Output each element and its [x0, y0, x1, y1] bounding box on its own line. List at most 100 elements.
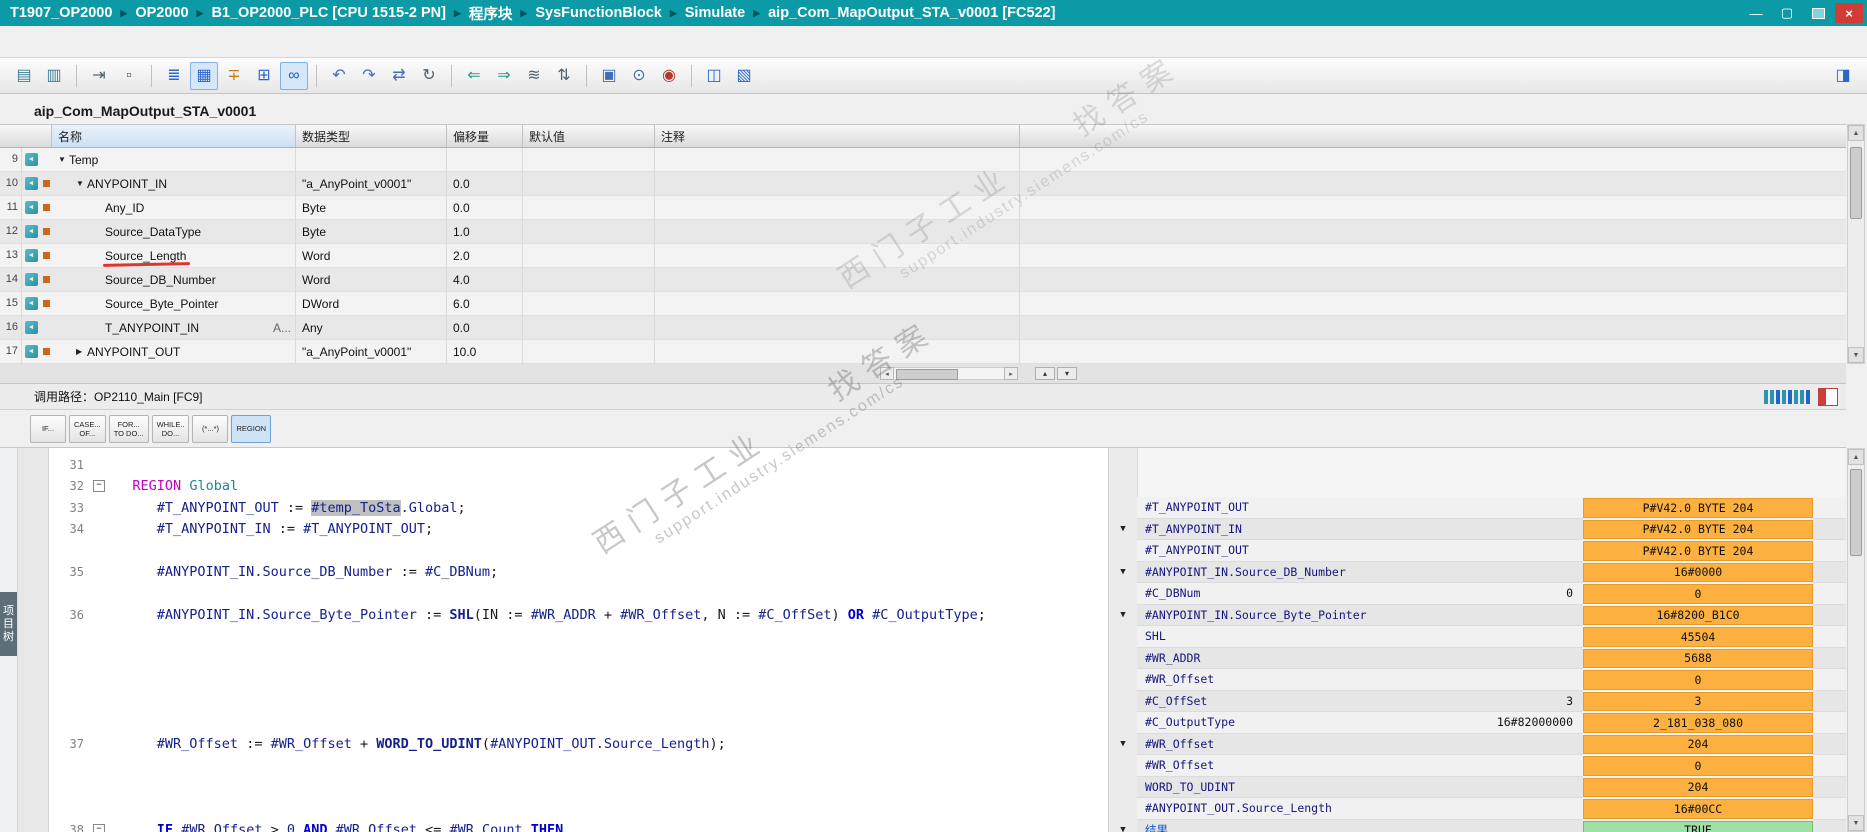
header-comment[interactable]: 注释	[655, 125, 1020, 147]
goto-definition-icon[interactable]: ⇄	[385, 62, 413, 90]
snippet-if[interactable]: IF...	[30, 414, 66, 443]
interface-row[interactable]: 13 Source_Length Word2.0	[0, 244, 1846, 268]
interface-scroll-thumb[interactable]	[1850, 147, 1862, 219]
watch-row[interactable]: #T_ANYPOINT_OUT P#V42.0 BYTE 204	[1109, 497, 1846, 519]
interface-row[interactable]: 9 ▼Temp	[0, 148, 1846, 172]
expander-icon[interactable]: ▼	[76, 179, 87, 188]
next-bookmark-icon[interactable]: ⊙	[625, 62, 653, 90]
header-datatype[interactable]: 数据类型	[296, 125, 447, 147]
split-editor-icon[interactable]: ◨	[1829, 62, 1857, 90]
interface-row[interactable]: 10▼ANYPOINT_IN"a_AnyPoint_v0001"0.0	[0, 172, 1846, 196]
watch-row[interactable]: ▼ 结果 TRUE	[1109, 819, 1846, 832]
name-cell[interactable]: Source_Byte_Pointer	[52, 292, 296, 316]
interface-row[interactable]: 12 Source_DataType Byte1.0	[0, 220, 1846, 244]
watch-row[interactable]: #C_OutputType 16#82000000 2_181_038_080	[1109, 712, 1846, 734]
watch-expander-icon[interactable]: ▼	[1109, 605, 1137, 627]
default-value-cell[interactable]	[523, 148, 655, 172]
breadcrumb-item[interactable]: 程序块	[469, 3, 513, 24]
datatype-cell[interactable]	[296, 148, 447, 172]
call-environment-icon[interactable]: ◫	[700, 62, 728, 90]
scroll-down-icon[interactable]: ▼	[1848, 347, 1864, 363]
absolute-operands-icon[interactable]: ≣	[160, 62, 188, 90]
swap-operands-icon[interactable]: ⇅	[550, 62, 578, 90]
default-value-cell[interactable]	[523, 196, 655, 220]
header-offset[interactable]: 偏移量	[447, 125, 523, 147]
breadcrumb-item[interactable]: Simulate	[685, 5, 745, 21]
comment-cell[interactable]	[655, 220, 1020, 244]
scroll-right-icon[interactable]: ▸	[1004, 367, 1018, 380]
comment-cell[interactable]	[655, 316, 1020, 340]
datatype-cell[interactable]: "a_AnyPoint_v0001"	[296, 172, 447, 196]
open-data-view-icon[interactable]: ⇥	[85, 62, 113, 90]
watch-row[interactable]: #T_ANYPOINT_OUT P#V42.0 BYTE 204	[1109, 540, 1846, 562]
goto-previous-error-icon[interactable]: ↶	[325, 62, 353, 90]
watch-row[interactable]: #WR_Offset 0	[1109, 669, 1846, 691]
scroll-left-icon[interactable]: ◂	[880, 367, 894, 380]
default-value-cell[interactable]	[523, 268, 655, 292]
datatype-cell[interactable]: Byte	[296, 196, 447, 220]
watch-expander-icon[interactable]: ▼	[1109, 519, 1137, 541]
interface-row[interactable]: 15 Source_Byte_Pointer DWord6.0	[0, 292, 1846, 316]
datatype-cell[interactable]: "a_AnyPoint_v0001"	[296, 340, 447, 364]
goto-next-error-icon[interactable]: ↷	[355, 62, 383, 90]
add-row-icon[interactable]: ▥	[40, 62, 68, 90]
watch-expander-icon[interactable]: ▼	[1109, 820, 1137, 832]
datatype-cell[interactable]: Word	[296, 268, 447, 292]
comment-cell[interactable]	[655, 292, 1020, 316]
interface-row[interactable]: 14 Source_DB_Number Word4.0	[0, 268, 1846, 292]
default-value-cell[interactable]	[523, 244, 655, 268]
name-cell[interactable]: Source_DataType	[52, 220, 296, 244]
watch-row[interactable]: #WR_Offset 0	[1109, 755, 1846, 777]
align-parameters-icon[interactable]: ≋	[520, 62, 548, 90]
interface-row[interactable]: 11 Any_ID Byte0.0	[0, 196, 1846, 220]
fold-collapse-icon[interactable]: −	[93, 480, 105, 493]
project-tree-tab[interactable]: 项目树	[0, 592, 17, 656]
watch-row[interactable]: ▼ #T_ANYPOINT_IN P#V42.0 BYTE 204	[1109, 518, 1846, 541]
update-block-call-icon[interactable]: ↻	[415, 62, 443, 90]
name-cell[interactable]: Source_Length	[52, 244, 296, 268]
breadcrumb-item[interactable]: B1_OP2000_PLC [CPU 1515-2 PN]	[211, 5, 446, 21]
comment-cell[interactable]	[655, 172, 1020, 196]
interface-scrollbar[interactable]: ▲ ▼	[1847, 124, 1865, 364]
interface-row[interactable]: 17▶ANYPOINT_OUT"a_AnyPoint_v0001"10.0	[0, 340, 1846, 364]
comment-cell[interactable]	[655, 148, 1020, 172]
datatype-cell[interactable]: DWord	[296, 292, 447, 316]
horizontal-scrollbar[interactable]: ◂ ▸	[880, 367, 1018, 380]
name-cell[interactable]: Source_DB_Number	[52, 268, 296, 292]
splitter-collapse-up-button[interactable]: ▴	[1035, 367, 1055, 380]
breadcrumb-item[interactable]: T1907_OP2000	[10, 5, 112, 21]
header-default[interactable]: 默认值	[523, 125, 655, 147]
editor-scrollbar[interactable]: ▲ ▼	[1847, 448, 1865, 832]
comment-cell[interactable]	[655, 244, 1020, 268]
hscroll-thumb[interactable]	[896, 369, 958, 380]
datatype-cell[interactable]: Word	[296, 244, 447, 268]
interface-row[interactable]: 16 T_ANYPOINT_IN A... Any0.0	[0, 316, 1846, 340]
comment-cell[interactable]	[655, 340, 1020, 364]
comment-cell[interactable]	[655, 268, 1020, 292]
hscroll-track[interactable]	[894, 367, 1004, 380]
keep-actual-values-icon[interactable]: ▫	[115, 62, 143, 90]
pane-splitter[interactable]: ◂ ▸ ▴ ▾	[0, 364, 1846, 384]
watch-name[interactable]: 结果	[1137, 819, 1467, 832]
snippet-comment[interactable]: (*...*)	[192, 414, 229, 443]
snippet-case[interactable]: CASE... OF...	[69, 414, 106, 443]
favorites-icon[interactable]: ⊞	[250, 62, 278, 90]
name-cell[interactable]: Any_ID	[52, 196, 296, 220]
header-name[interactable]: 名称	[52, 125, 296, 147]
watch-expander-icon[interactable]: ▼	[1109, 734, 1137, 756]
watch-row[interactable]: ▼ #ANYPOINT_IN.Source_Byte_Pointer 16#8200…	[1109, 604, 1846, 627]
expander-icon[interactable]: ▼	[58, 155, 69, 164]
name-cell[interactable]: T_ANYPOINT_IN A...	[52, 316, 296, 340]
breadcrumb-item[interactable]: aip_Com_MapOutput_STA_v0001 [FC522]	[768, 5, 1055, 21]
code-editor[interactable]: 31 32− REGION Global 33 #T_ANYPOINT_OUT :=…	[18, 448, 1846, 832]
name-cell[interactable]: ▼ ANYPOINT_IN	[52, 172, 296, 196]
default-value-cell[interactable]	[523, 220, 655, 244]
insert-row-icon[interactable]: ▤	[10, 62, 38, 90]
default-value-cell[interactable]	[523, 316, 655, 340]
outdent-icon[interactable]: ⇐	[460, 62, 488, 90]
restore-button[interactable]: ▢	[1773, 3, 1801, 23]
dock-button[interactable]	[1804, 3, 1832, 23]
snippet-region[interactable]: REGION	[231, 414, 272, 443]
indent-icon[interactable]: ⇒	[490, 62, 518, 90]
expander-icon[interactable]: ▶	[76, 347, 87, 356]
